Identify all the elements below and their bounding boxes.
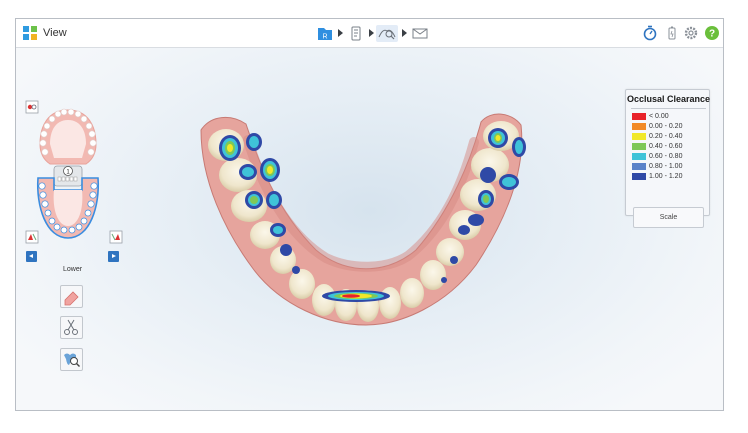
app-grid-icon[interactable] [23,26,37,40]
tooth-zoom-tool-button[interactable] [60,348,83,371]
battery-icon [668,26,676,40]
help-icon[interactable]: ? [704,25,720,41]
legend-swatch [632,133,646,140]
legend-divider [631,108,706,109]
3d-viewport[interactable]: 1 Lower Occlusal Clearance < 0.00 0.00 -… [16,48,723,410]
legend-row: 0.20 - 0.40 [632,132,710,141]
step-arrow-icon [338,29,343,37]
legend-row: 0.60 - 0.80 [632,152,710,161]
legend-label: 0.80 - 1.00 [649,163,683,170]
legend-row: 1.00 - 1.20 [632,172,710,181]
svg-text:R: R [322,34,327,41]
legend-swatch [632,163,646,170]
step-arrow-icon [402,29,407,37]
arch-navigator[interactable]: 1 [34,106,102,244]
step-arrow-icon [369,29,374,37]
legend-row: 0.40 - 0.60 [632,142,710,151]
legend-label: 0.60 - 0.80 [649,153,683,160]
legend-label: 0.40 - 0.60 [649,143,683,150]
legend-swatch [632,123,646,130]
lower-jaw-model[interactable] [186,100,546,340]
scale-button[interactable]: Scale [633,207,704,228]
timer-icon[interactable] [642,25,658,41]
legend-row: 0.80 - 1.00 [632,162,710,171]
view-icon[interactable] [376,25,398,42]
right-side-view-icon[interactable] [109,230,123,244]
left-side-view-icon[interactable] [25,230,39,244]
legend-title: Occlusal Clearance [626,94,711,104]
tooth-magnifier-icon [64,353,80,367]
trim-tool-button[interactable] [60,316,83,339]
legend-label: 0.20 - 0.40 [649,133,683,140]
rx-icon[interactable]: R [315,25,335,42]
legend-label: 1.00 - 1.20 [649,173,683,180]
occlusal-clearance-legend: Occlusal Clearance < 0.00 0.00 - 0.20 0.… [625,89,711,228]
legend-swatch [632,173,646,180]
scissors-icon [64,319,78,335]
legend-row: 0.00 - 0.20 [632,122,710,131]
eraser-icon [64,291,79,306]
scan-icon[interactable] [346,25,366,42]
send-icon[interactable] [410,25,430,42]
legend-label: 0.00 - 0.20 [649,123,683,130]
top-toolbar: View R ? [16,19,723,48]
eraser-tool-button[interactable] [60,285,83,308]
settings-icon[interactable] [683,25,699,41]
app-window: View R ? 1 Lower Occlusal Clearance < 0.… [15,18,724,411]
next-arch-button[interactable] [108,251,119,262]
legend-label: < 0.00 [649,113,669,120]
svg-text:?: ? [709,29,715,40]
arch-label: Lower [63,266,83,273]
legend-swatch [632,153,646,160]
legend-row: < 0.00 [632,112,710,121]
app-title: View [43,27,67,39]
legend-swatch [632,113,646,120]
previous-arch-button[interactable] [26,251,37,262]
legend-swatch [632,143,646,150]
